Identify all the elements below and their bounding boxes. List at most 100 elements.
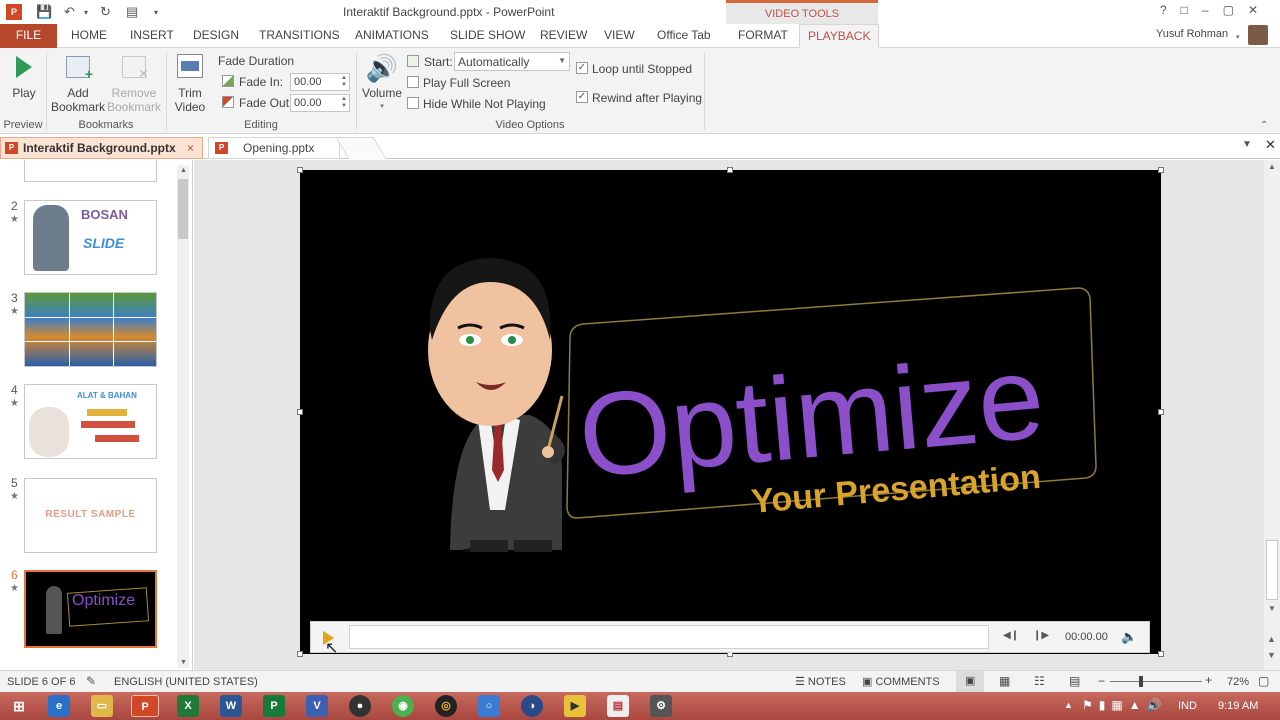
scroll-up-icon[interactable]: ▲ xyxy=(1268,162,1276,171)
reading-view-icon[interactable]: ☷ xyxy=(1034,674,1045,688)
previous-slide-icon[interactable]: ▲ xyxy=(1267,634,1276,644)
play-button[interactable]: Play xyxy=(6,56,42,100)
pdf-icon[interactable]: ▤ xyxy=(607,695,629,717)
tab-insert[interactable]: INSERT xyxy=(122,24,182,48)
zoom-out-icon[interactable]: − xyxy=(1098,674,1105,688)
slide-thumbnail-4[interactable]: ALAT & BAHAN xyxy=(24,384,157,459)
slide-thumbnail-1[interactable] xyxy=(24,160,157,182)
word-icon[interactable]: W xyxy=(220,695,242,717)
tab-slide-show[interactable]: SLIDE SHOW xyxy=(442,24,533,48)
zoom-slider-thumb[interactable] xyxy=(1139,676,1143,687)
scroll-thumb[interactable] xyxy=(178,179,188,239)
scroll-down-icon[interactable]: ▼ xyxy=(1268,604,1276,613)
chrome-icon[interactable]: ◉ xyxy=(392,695,414,717)
tab-view[interactable]: VIEW xyxy=(596,24,643,48)
new-tab-button[interactable] xyxy=(335,137,387,159)
minimize-icon[interactable]: – xyxy=(1202,3,1223,17)
media-icon[interactable]: ● xyxy=(349,695,371,717)
slide-thumbnail-3[interactable] xyxy=(24,292,157,367)
slide-thumbnail-5[interactable]: RESULT SAMPLE xyxy=(24,478,157,553)
rewind-after-playing-checkbox[interactable]: ✓ xyxy=(576,91,588,103)
media-player-icon[interactable]: ▶ xyxy=(564,695,586,717)
slide-thumbnail-2[interactable]: BOSAN SLIDE xyxy=(24,200,157,275)
start-dropdown[interactable]: Automatically ▼ xyxy=(454,52,570,71)
fade-in-input[interactable]: 00.00 ▲ ▼ xyxy=(290,73,350,91)
tab-review[interactable]: REVIEW xyxy=(532,24,595,48)
player-rewind-icon[interactable]: ◀❙ xyxy=(1003,630,1019,641)
user-name[interactable]: Yusuf Rohman xyxy=(1156,28,1228,40)
browser-icon[interactable]: ○ xyxy=(478,695,500,717)
notes-button[interactable]: ☰ NOTES xyxy=(795,675,846,688)
avatar[interactable] xyxy=(1248,25,1268,45)
zoom-slider[interactable] xyxy=(1110,681,1202,682)
scroll-down-icon[interactable]: ▼ xyxy=(180,659,187,666)
powerpoint-taskbar-icon[interactable]: P xyxy=(131,695,159,717)
scroll-thumb[interactable] xyxy=(1266,540,1278,600)
resize-handle[interactable] xyxy=(727,167,733,173)
input-language[interactable]: IND xyxy=(1178,700,1197,712)
redo-icon[interactable]: ↻ xyxy=(100,4,111,20)
language-indicator[interactable]: ENGLISH (UNITED STATES) xyxy=(114,676,258,688)
start-icon[interactable]: ⊞ xyxy=(8,695,30,717)
user-dropdown-icon[interactable]: ▾ xyxy=(1236,33,1240,41)
normal-view-button[interactable]: ▣ xyxy=(956,671,984,692)
fit-slide-icon[interactable]: ▢ xyxy=(1258,674,1269,688)
resize-handle[interactable] xyxy=(1158,651,1164,657)
collapse-ribbon-icon[interactable]: ⌃ xyxy=(1260,120,1268,131)
loop-until-stopped-checkbox[interactable]: ✓ xyxy=(576,62,588,74)
slide-sorter-icon[interactable]: ▦ xyxy=(999,674,1010,688)
tab-transitions[interactable]: TRANSITIONS xyxy=(251,24,348,48)
spellcheck-icon[interactable]: ✎ xyxy=(86,674,96,688)
ribbon-display-icon[interactable]: □ xyxy=(1181,3,1202,17)
slide-thumbnail-6[interactable]: Optimize xyxy=(24,570,157,648)
resize-handle[interactable] xyxy=(1158,409,1164,415)
help-icon[interactable]: ? xyxy=(1160,3,1181,17)
tab-office-tab[interactable]: Office Tab xyxy=(649,24,719,48)
resize-handle[interactable] xyxy=(1158,167,1164,173)
excel-icon[interactable]: X xyxy=(177,695,199,717)
fade-out-input[interactable]: 00.00 ▲ ▼ xyxy=(290,94,350,112)
player-forward-icon[interactable]: ❙▶ xyxy=(1033,630,1049,641)
tab-playback[interactable]: PLAYBACK xyxy=(799,24,880,48)
thumbnail-scrollbar[interactable]: ▲ ▼ xyxy=(177,165,189,668)
publisher-icon[interactable]: P xyxy=(263,695,285,717)
tab-list-dropdown-icon[interactable]: ▼ xyxy=(1242,139,1252,150)
visio-icon[interactable]: V xyxy=(306,695,328,717)
player-timeline[interactable] xyxy=(349,625,989,649)
tool-icon[interactable]: ⚙ xyxy=(650,695,672,717)
app-icon[interactable]: ◎ xyxy=(435,695,457,717)
add-bookmark-button[interactable]: + Add Bookmark xyxy=(50,56,106,114)
resize-handle[interactable] xyxy=(297,651,303,657)
tab-file[interactable]: FILE xyxy=(0,24,57,48)
doc-tab-interaktif[interactable]: P Interaktif Background.pptx × xyxy=(0,137,203,159)
resize-handle[interactable] xyxy=(297,409,303,415)
tab-animations[interactable]: ANIMATIONS xyxy=(347,24,437,48)
zoom-in-icon[interactable]: + xyxy=(1205,673,1212,687)
remove-bookmark-button[interactable]: ✕ Remove Bookmark xyxy=(106,56,162,114)
slide-show-icon[interactable]: ▤ xyxy=(1069,674,1080,688)
comments-button[interactable]: ▣ COMMENTS xyxy=(862,675,940,688)
player-volume-icon[interactable]: 🔈 xyxy=(1121,629,1137,645)
touch-mode-icon[interactable]: ▤ xyxy=(126,4,138,20)
hide-while-not-playing-checkbox[interactable] xyxy=(407,97,419,109)
scroll-up-icon[interactable]: ▲ xyxy=(180,167,187,174)
volume-button[interactable]: 🔊 Volume ▾ xyxy=(360,54,404,114)
close-tab-icon[interactable]: × xyxy=(187,138,194,158)
doc-tab-opening[interactable]: P Opening.pptx xyxy=(208,137,340,159)
network-app-icon[interactable]: ◑ xyxy=(521,695,543,717)
tab-home[interactable]: HOME xyxy=(63,24,115,48)
save-icon[interactable]: 💾 xyxy=(36,4,52,20)
file-explorer-icon[interactable]: ▭ xyxy=(91,695,113,717)
undo-dropdown-icon[interactable]: ▾ xyxy=(84,8,88,17)
close-all-icon[interactable]: ✕ xyxy=(1265,137,1276,153)
close-icon[interactable]: ✕ xyxy=(1248,3,1272,17)
canvas-scrollbar[interactable]: ▲ ▼ ▲ ▼ xyxy=(1264,160,1280,670)
play-full-screen-checkbox[interactable] xyxy=(407,76,419,88)
window-controls[interactable]: ?□–▢✕ xyxy=(1160,3,1272,17)
clock[interactable]: 9:19 AM xyxy=(1218,700,1258,712)
show-hidden-icons[interactable]: ▲ xyxy=(1064,700,1073,710)
powerpoint-logo-icon[interactable]: P xyxy=(6,4,22,20)
trim-video-button[interactable]: Trim Video xyxy=(170,54,210,114)
system-tray-icons[interactable]: ⚑▮▦▲🔊 xyxy=(1082,698,1168,712)
video-object[interactable]: Optimize Your Presentation xyxy=(300,170,1161,654)
